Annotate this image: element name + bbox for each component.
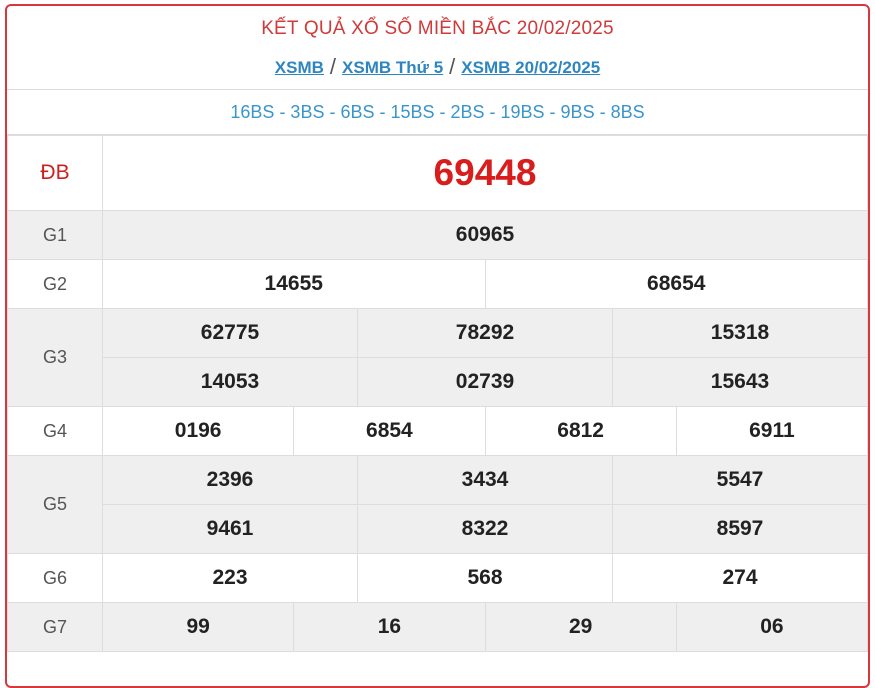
prize-label: G4 — [7, 406, 103, 456]
prize-number: 78292 — [357, 308, 613, 358]
prize-number: 9461 — [102, 504, 358, 554]
prize-row-g7: G7 99 16 29 06 — [7, 602, 868, 652]
breadcrumb-separator: / — [329, 54, 337, 79]
prize-row-g1: G1 60965 — [7, 210, 868, 260]
prize-number: 3434 — [357, 455, 613, 505]
prize-number: 8322 — [357, 504, 613, 554]
breadcrumb-separator: / — [449, 54, 456, 79]
prize-number: 8597 — [612, 504, 868, 554]
prize-number: 6854 — [293, 406, 486, 456]
prize-row-g4: G4 0196 6854 6812 6911 — [7, 406, 868, 456]
prize-row-g6: G6 223 568 274 — [7, 553, 868, 603]
breadcrumb: XSMB / XSMB Thứ 5 / XSMB 20/02/2025 — [7, 51, 868, 89]
prize-row-special: ĐB 69448 — [7, 135, 868, 211]
prize-number: 274 — [612, 553, 868, 603]
prize-number: 2396 — [102, 455, 358, 505]
prize-label: G1 — [7, 210, 103, 260]
prize-label: G7 — [7, 602, 103, 652]
prize-number: 99 — [101, 602, 295, 652]
prize-number: 15643 — [612, 357, 868, 407]
prize-number: 06 — [675, 602, 868, 652]
breadcrumb-xsmb-link[interactable]: XSMB — [275, 58, 324, 77]
prize-label: ĐB — [7, 135, 103, 211]
breadcrumb-xsmb-thursday-link[interactable]: XSMB Thứ 5 — [342, 58, 443, 77]
prize-row-g3-second: 14053 02739 15643 — [8, 357, 868, 407]
prize-number: 6812 — [484, 406, 677, 456]
prize-row-g3: G3 62775 78292 15318 — [7, 308, 868, 407]
prize-number: 6911 — [675, 406, 868, 456]
special-prize-number: 69448 — [102, 135, 868, 211]
prize-number: 62775 — [102, 308, 358, 358]
prize-label: G3 — [7, 308, 103, 407]
ticket-codes: 16BS - 3BS - 6BS - 15BS - 2BS - 19BS - 9… — [7, 89, 868, 135]
prize-number: 568 — [357, 553, 613, 603]
breadcrumb-xsmb-date-link[interactable]: XSMB 20/02/2025 — [461, 58, 600, 77]
prize-number: 29 — [484, 602, 677, 652]
prize-number: 60965 — [102, 210, 868, 260]
prize-row-g2: G2 14655 68654 — [7, 259, 868, 309]
prize-label: G2 — [7, 259, 103, 309]
prize-label: G5 — [7, 455, 103, 554]
prize-number: 68654 — [484, 259, 868, 309]
prize-number: 15318 — [612, 308, 868, 358]
prize-number: 223 — [102, 553, 358, 603]
page-title: KẾT QUẢ XỔ SỐ MIỀN BẮC 20/02/2025 — [261, 18, 614, 39]
prize-number: 5547 — [612, 455, 868, 505]
prize-label: G6 — [7, 553, 103, 603]
results-panel: KẾT QUẢ XỔ SỐ MIỀN BẮC 20/02/2025 XSMB / X… — [5, 4, 870, 688]
prize-number: 16 — [293, 602, 486, 652]
prize-number: 14053 — [102, 357, 358, 407]
prize-number: 02739 — [357, 357, 613, 407]
prize-row-g5: G5 2396 3434 5547 — [7, 455, 868, 554]
results-table: ĐB 69448 G1 60965 G2 14655 68654 G3 6277… — [7, 135, 868, 652]
prize-number: 0196 — [101, 406, 295, 456]
prize-number: 14655 — [102, 259, 486, 309]
prize-row-g5-second: 9461 8322 8597 — [8, 504, 868, 554]
